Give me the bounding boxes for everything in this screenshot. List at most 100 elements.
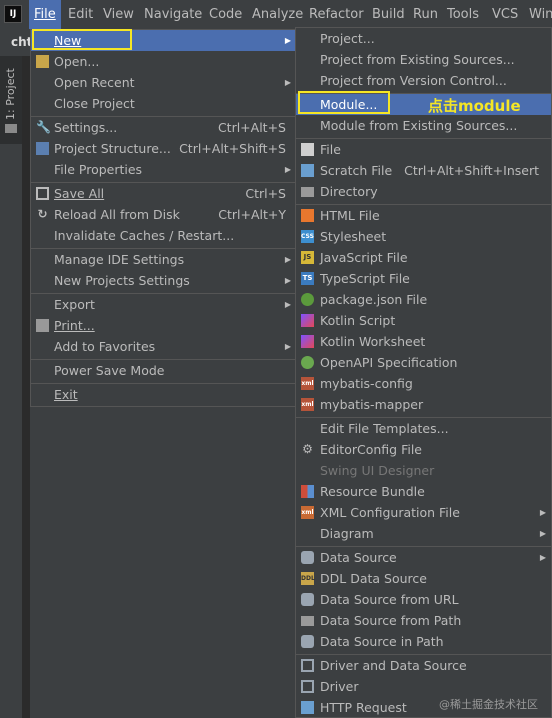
menu-item-power-save-mode[interactable]: Power Save Mode: [31, 360, 296, 381]
gear-icon: ⚙: [302, 442, 313, 456]
menu-item-scratch-file[interactable]: Scratch File Ctrl+Alt+Shift+Insert: [296, 160, 551, 181]
menu-item-new-projects-settings[interactable]: New Projects Settings ▶: [31, 270, 296, 291]
menu-build[interactable]: Build: [367, 0, 410, 29]
menu-item-project[interactable]: Project...: [296, 28, 551, 49]
project-structure-icon: [36, 142, 49, 155]
menu-item-data-source-url[interactable]: Data Source from URL: [296, 589, 551, 610]
xml-file-icon: xml: [301, 377, 314, 390]
menu-item-data-source-path[interactable]: Data Source from Path: [296, 610, 551, 631]
kotlin-worksheet-icon: [301, 335, 314, 348]
menu-code[interactable]: Code: [204, 0, 247, 29]
editor-tab[interactable]: cht: [0, 29, 33, 56]
menu-item-swing-ui-designer: Swing UI Designer: [320, 463, 435, 478]
menu-item-directory[interactable]: Directory: [296, 181, 551, 202]
highlight-box-new: [32, 29, 132, 50]
menu-item-open[interactable]: Open...: [31, 51, 296, 72]
openapi-icon: [301, 356, 314, 369]
menu-item-openapi[interactable]: OpenAPI Specification: [296, 352, 551, 373]
menu-item-edit-file-templates[interactable]: Edit File Templates...: [296, 418, 551, 439]
menu-item-export[interactable]: Export ▶: [31, 294, 296, 315]
folder-icon: [301, 187, 314, 197]
menu-item-add-to-favorites[interactable]: Add to Favorites ▶: [31, 336, 296, 357]
folder-icon: [5, 124, 17, 133]
css-file-icon: CSS: [301, 230, 314, 243]
menu-item-settings[interactable]: 🔧 Settings... Ctrl+Alt+S: [31, 117, 296, 138]
menu-item-save-all[interactable]: Save All Ctrl+S: [31, 183, 296, 204]
menu-item-javascript-file[interactable]: JS JavaScript File: [296, 247, 551, 268]
menu-item-module-existing[interactable]: Module from Existing Sources...: [296, 115, 551, 136]
file-menu: New ▶ Open... Open Recent ▶ Close Projec…: [30, 29, 297, 407]
menu-navigate[interactable]: Navigate: [139, 0, 207, 29]
submenu-arrow-icon: ▶: [284, 165, 291, 174]
menu-item-package-json[interactable]: package.json File: [296, 289, 551, 310]
menu-item-open-recent[interactable]: Open Recent ▶: [31, 72, 296, 93]
menu-item-project-existing[interactable]: Project from Existing Sources...: [296, 49, 551, 70]
menu-item-typescript-file[interactable]: TS TypeScript File: [296, 268, 551, 289]
menu-item-project-vcs[interactable]: Project from Version Control...: [296, 70, 551, 91]
menu-item-project-structure[interactable]: Project Structure... Ctrl+Alt+Shift+S: [31, 138, 296, 159]
menu-file[interactable]: File: [29, 0, 61, 29]
watermark: @稀土掘金技术社区: [439, 698, 538, 711]
menu-vcs[interactable]: VCS: [487, 0, 523, 29]
ts-file-icon: TS: [301, 272, 314, 285]
printer-icon: [36, 319, 49, 332]
menu-item-html-file[interactable]: HTML File: [296, 205, 551, 226]
submenu-arrow-icon: ▶: [284, 300, 291, 309]
menu-view[interactable]: View: [98, 0, 139, 29]
driver-icon: [301, 659, 314, 672]
annotation-label: 点击module: [428, 97, 521, 115]
menu-item-driver-and-data-source[interactable]: Driver and Data Source: [296, 655, 551, 676]
menu-item-mybatis-mapper[interactable]: xml mybatis-mapper: [296, 394, 551, 415]
menu-item-data-source-in-path[interactable]: Data Source in Path: [296, 631, 551, 652]
menu-item-driver[interactable]: Driver: [296, 676, 551, 697]
menu-bar: IJ File Edit View Navigate Code Analyze …: [0, 0, 552, 29]
menu-edit[interactable]: Edit: [63, 0, 98, 29]
tool-window-strip: [0, 56, 23, 718]
submenu-arrow-icon: ▶: [539, 553, 546, 562]
menu-item-manage-ide-settings[interactable]: Manage IDE Settings ▶: [31, 249, 296, 270]
menu-item-xml-config[interactable]: xml XML Configuration File ▶: [296, 502, 551, 523]
database-icon: [301, 551, 314, 564]
ddl-icon: DDL: [301, 572, 315, 585]
menu-item-mybatis-config[interactable]: xml mybatis-config: [296, 373, 551, 394]
database-icon: [301, 635, 314, 648]
intellij-logo-icon: IJ: [4, 5, 22, 23]
highlight-box-module: [298, 91, 390, 114]
menu-item-kotlin-worksheet[interactable]: Kotlin Worksheet: [296, 331, 551, 352]
menu-run[interactable]: Run: [408, 0, 443, 29]
editor-area: [22, 56, 30, 718]
xml-file-icon: xml: [301, 398, 314, 411]
menu-item-resource-bundle[interactable]: Resource Bundle: [296, 481, 551, 502]
menu-item-ddl-data-source[interactable]: DDL DDL Data Source: [296, 568, 551, 589]
submenu-arrow-icon: ▶: [284, 78, 291, 87]
wrench-icon: 🔧: [36, 120, 51, 134]
html-file-icon: [301, 209, 314, 222]
menu-item-editorconfig[interactable]: ⚙ EditorConfig File: [296, 439, 551, 460]
submenu-arrow-icon: ▶: [284, 36, 291, 45]
submenu-arrow-icon: ▶: [284, 276, 291, 285]
menu-refactor[interactable]: Refactor: [304, 0, 369, 29]
menu-item-close-project[interactable]: Close Project: [31, 93, 296, 114]
menu-item-reload[interactable]: ↻ Reload All from Disk Ctrl+Alt+Y: [31, 204, 296, 225]
project-tool-tab-label: 1: Project: [4, 68, 17, 120]
nodejs-icon: [301, 293, 314, 306]
scratch-file-icon: [301, 164, 314, 177]
menu-item-diagram[interactable]: Diagram ▶: [296, 523, 551, 544]
js-file-icon: JS: [301, 251, 314, 264]
folder-open-icon: [36, 55, 49, 68]
menu-item-invalidate-caches[interactable]: Invalidate Caches / Restart...: [31, 225, 296, 246]
menu-item-data-source[interactable]: Data Source ▶: [296, 547, 551, 568]
menu-item-stylesheet[interactable]: CSS Stylesheet: [296, 226, 551, 247]
kotlin-icon: [301, 314, 314, 327]
menu-item-file-properties[interactable]: File Properties ▶: [31, 159, 296, 180]
menu-item-file[interactable]: File: [296, 139, 551, 160]
menu-tools[interactable]: Tools: [442, 0, 484, 29]
menu-window[interactable]: Win: [524, 0, 552, 29]
menu-item-kotlin-script[interactable]: Kotlin Script: [296, 310, 551, 331]
menu-item-exit[interactable]: Exit: [31, 384, 296, 405]
menu-analyze[interactable]: Analyze: [247, 0, 308, 29]
driver-icon: [301, 680, 314, 693]
menu-item-print[interactable]: Print...: [31, 315, 296, 336]
http-request-icon: [301, 701, 314, 714]
refresh-icon: ↻: [37, 207, 48, 221]
